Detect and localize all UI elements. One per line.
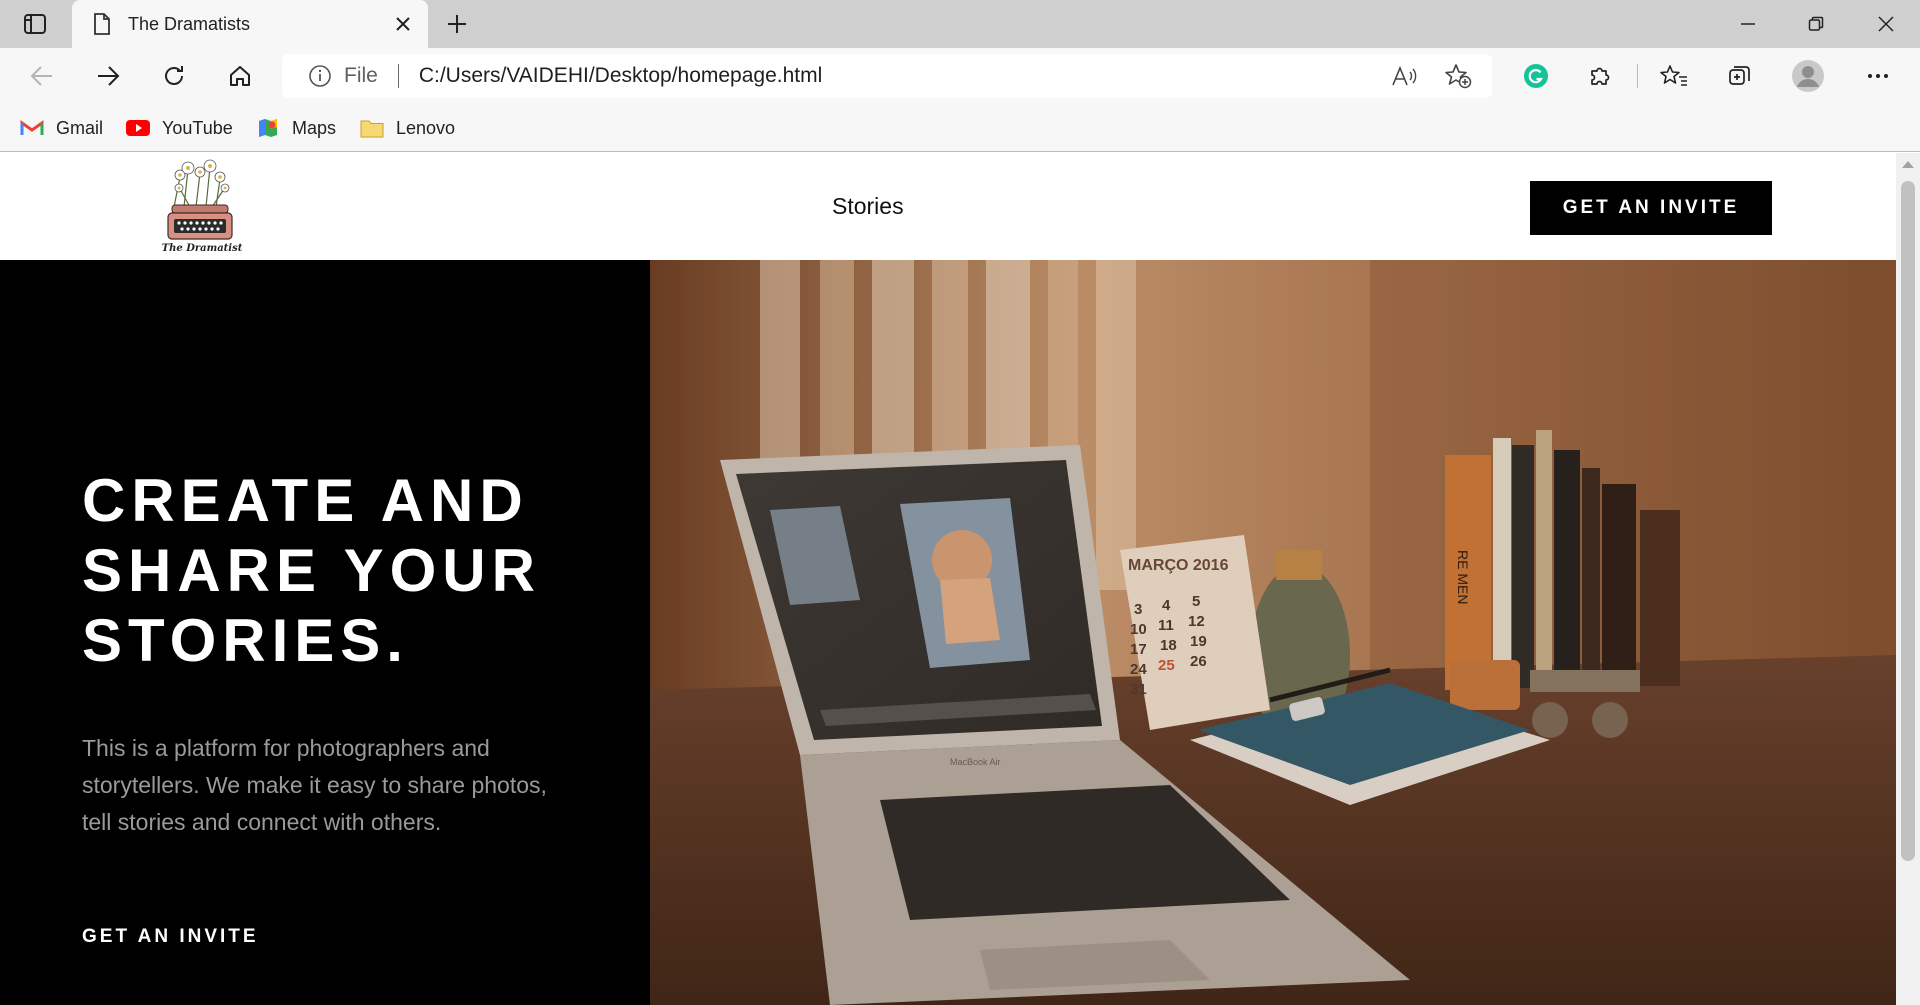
youtube-icon bbox=[126, 117, 150, 139]
toolbar-divider bbox=[1637, 64, 1638, 88]
hero-title-line: STORIES. bbox=[82, 607, 409, 674]
address-divider bbox=[397, 64, 399, 88]
address-bar[interactable]: File C:/Users/VAIDEHI/Desktop/homepage.h… bbox=[282, 54, 1492, 98]
tab-actions-button[interactable] bbox=[18, 10, 52, 38]
favorites-button[interactable] bbox=[1656, 58, 1692, 94]
star-add-icon bbox=[1445, 64, 1472, 89]
read-aloud-icon bbox=[1392, 65, 1417, 86]
bookmark-youtube[interactable]: YouTube bbox=[126, 114, 233, 142]
browser-tab-strip: The Dramatists bbox=[0, 0, 1920, 48]
restore-icon bbox=[1808, 16, 1824, 31]
bookmark-label: Maps bbox=[292, 117, 337, 138]
gmail-icon bbox=[20, 117, 44, 139]
plus-icon bbox=[448, 15, 466, 33]
home-button[interactable] bbox=[222, 58, 258, 94]
minimize-icon bbox=[1741, 23, 1755, 25]
browser-toolbar: File C:/Users/VAIDEHI/Desktop/homepage.h… bbox=[0, 48, 1920, 104]
settings-menu-button[interactable] bbox=[1860, 58, 1896, 94]
profile-button[interactable] bbox=[1790, 58, 1826, 94]
puzzle-icon bbox=[1591, 67, 1610, 85]
address-scheme: File bbox=[344, 64, 378, 87]
tab-actions-icon bbox=[24, 14, 46, 34]
back-arrow-icon bbox=[30, 66, 52, 86]
hero-title: CREATE AND SHARE YOUR STORIES. bbox=[82, 466, 602, 676]
scrollbar-thumb[interactable] bbox=[1901, 181, 1915, 861]
tab-title: The Dramatists bbox=[128, 13, 251, 34]
grammarly-extension-button[interactable] bbox=[1518, 58, 1554, 94]
hero-title-line: CREATE AND bbox=[82, 467, 529, 534]
bookmark-maps[interactable]: Maps bbox=[256, 114, 336, 142]
refresh-button[interactable] bbox=[156, 58, 192, 94]
bookmark-label: Lenovo bbox=[396, 117, 456, 138]
home-icon bbox=[230, 66, 250, 86]
restore-button[interactable] bbox=[1782, 0, 1850, 48]
workspace-laptop-photo: RE MEN MARÇO 2016 3 4 5 10 11 12 17 18 1… bbox=[650, 260, 1896, 1005]
close-icon bbox=[1878, 16, 1894, 32]
read-aloud-button[interactable] bbox=[1384, 56, 1424, 96]
collections-button[interactable] bbox=[1722, 58, 1758, 94]
bookmark-gmail[interactable]: Gmail bbox=[20, 114, 103, 142]
favorites-icon bbox=[1660, 65, 1687, 86]
bookmark-label: Gmail bbox=[56, 117, 104, 138]
avatar-icon bbox=[1792, 60, 1824, 92]
get-invite-header-button[interactable]: GET AN INVITE bbox=[1530, 181, 1772, 235]
tab-close-button[interactable] bbox=[392, 13, 414, 35]
get-invite-hero-link[interactable]: GET AN INVITE bbox=[82, 926, 259, 948]
back-button[interactable] bbox=[24, 58, 60, 94]
bookmarks-bar: Gmail YouTube Maps Lenovo bbox=[0, 104, 1920, 152]
folder-icon bbox=[360, 117, 384, 139]
forward-button[interactable] bbox=[90, 58, 126, 94]
extensions-button[interactable] bbox=[1582, 58, 1618, 94]
new-tab-button[interactable] bbox=[440, 10, 474, 38]
document-icon bbox=[94, 13, 110, 35]
typewriter-flowers-logo-icon bbox=[167, 159, 233, 240]
more-icon bbox=[1868, 74, 1888, 78]
window-close-button[interactable] bbox=[1852, 0, 1920, 48]
bookmark-lenovo[interactable]: Lenovo bbox=[360, 114, 455, 142]
bookmark-label: YouTube bbox=[162, 117, 233, 138]
refresh-icon bbox=[165, 66, 183, 85]
site-logo[interactable]: The Dramatist bbox=[160, 159, 242, 255]
forward-arrow-icon bbox=[98, 66, 120, 86]
browser-tab[interactable]: The Dramatists bbox=[72, 0, 428, 48]
page-viewport: The Dramatist Stories GET AN INVITE CREA… bbox=[0, 153, 1896, 1005]
logo-caption: The Dramatist bbox=[161, 243, 243, 254]
info-icon[interactable] bbox=[308, 64, 332, 88]
minimize-button[interactable] bbox=[1714, 0, 1782, 48]
scroll-up-arrow-icon[interactable] bbox=[1902, 161, 1914, 168]
add-favorite-button[interactable] bbox=[1438, 56, 1478, 96]
site-header: The Dramatist Stories GET AN INVITE bbox=[0, 153, 1896, 260]
hero-description: This is a platform for photographers and… bbox=[82, 735, 547, 835]
close-icon bbox=[396, 17, 410, 31]
maps-icon bbox=[256, 117, 280, 139]
nav-link-stories[interactable]: Stories bbox=[832, 193, 904, 220]
hero-title-line: SHARE YOUR bbox=[82, 537, 541, 604]
collections-icon bbox=[1729, 66, 1750, 85]
page-scrollbar[interactable] bbox=[1896, 153, 1920, 1005]
grammarly-icon bbox=[1524, 64, 1548, 88]
hero-photo: RE MEN MARÇO 2016 3 4 5 10 11 12 17 18 1… bbox=[650, 260, 1896, 1005]
hero-text-panel: CREATE AND SHARE YOUR STORIES. This is a… bbox=[0, 260, 650, 1005]
address-url[interactable]: C:/Users/VAIDEHI/Desktop/homepage.html bbox=[419, 64, 1384, 88]
